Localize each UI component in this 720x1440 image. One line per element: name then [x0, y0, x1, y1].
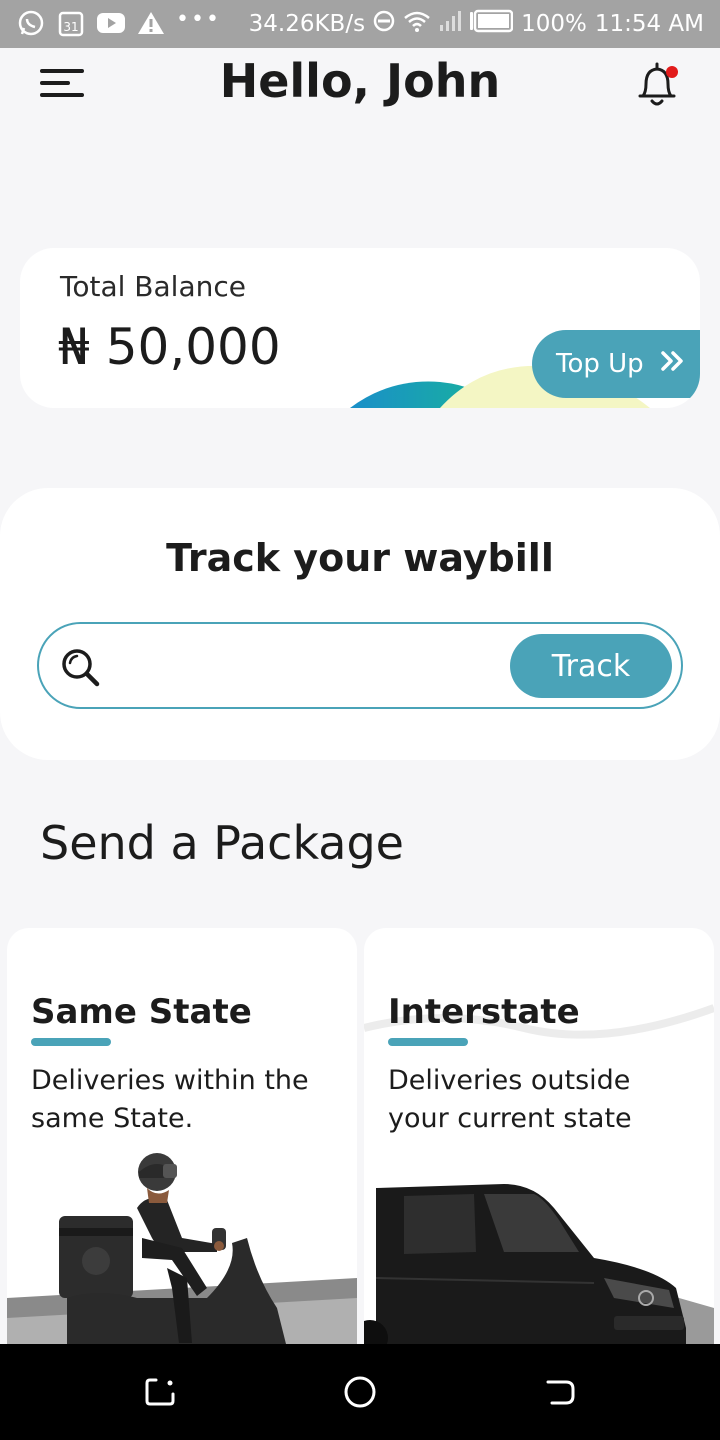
app-header: Hello, John — [0, 48, 720, 120]
whatsapp-icon — [16, 8, 46, 38]
search-icon — [59, 646, 103, 690]
youtube-icon — [96, 8, 126, 38]
status-bar: 31 ••• 34.26KB/s 100% 11:54 AM — [0, 0, 720, 48]
status-bar-system: 34.26KB/s 100% 11:54 AM — [249, 8, 704, 40]
top-up-label: Top Up — [556, 349, 644, 379]
balance-label: Total Balance — [60, 270, 246, 303]
delivery-van-illustration — [364, 1184, 714, 1348]
same-state-card[interactable]: Same State Deliveries within the same St… — [7, 928, 357, 1348]
scooter-rider-illustration — [7, 1153, 357, 1348]
battery-percent: 100% — [521, 11, 587, 37]
bell-icon[interactable] — [632, 58, 682, 110]
title-underline — [388, 1038, 468, 1046]
notification-dot — [666, 66, 678, 78]
signal-icon — [439, 9, 462, 39]
track-field: Track — [37, 622, 683, 709]
dnd-icon — [373, 10, 395, 38]
interstate-description: Deliveries outside your current state — [388, 1065, 632, 1134]
title-underline — [31, 1038, 111, 1046]
calendar-icon: 31 — [56, 8, 86, 38]
home-icon[interactable] — [342, 1374, 378, 1410]
calendar-day: 31 — [63, 20, 78, 34]
same-state-description: Deliveries within the same State. — [31, 1065, 309, 1134]
balance-card: Total Balance ₦ 50,000 Top Up — [20, 248, 700, 408]
status-bar-notifications: 31 ••• — [16, 6, 221, 38]
waybill-input[interactable] — [121, 638, 501, 694]
clock: 11:54 AM — [594, 11, 704, 37]
track-button[interactable]: Track — [510, 634, 672, 698]
battery-icon — [469, 9, 514, 39]
same-state-title: Same State — [31, 992, 252, 1032]
greeting-title: Hello, John — [219, 54, 501, 108]
track-title: Track your waybill — [166, 536, 554, 580]
send-package-title: Send a Package — [40, 816, 404, 870]
top-up-button[interactable]: Top Up — [532, 330, 700, 398]
recents-icon[interactable] — [142, 1374, 178, 1410]
warning-icon — [136, 8, 166, 38]
network-speed: 34.26KB/s — [248, 11, 366, 37]
more-notifications-icon: ••• — [176, 6, 221, 32]
system-nav-bar — [0, 1344, 720, 1440]
interstate-title: Interstate — [388, 992, 580, 1032]
balance-amount: ₦ 50,000 — [58, 318, 281, 376]
double-chevron-right-icon — [660, 349, 686, 379]
track-waybill-card: Track your waybill Track — [0, 488, 720, 760]
wifi-icon — [403, 9, 431, 39]
interstate-card[interactable]: Interstate Deliveries outside your curre… — [364, 928, 714, 1348]
back-icon[interactable] — [542, 1374, 578, 1410]
